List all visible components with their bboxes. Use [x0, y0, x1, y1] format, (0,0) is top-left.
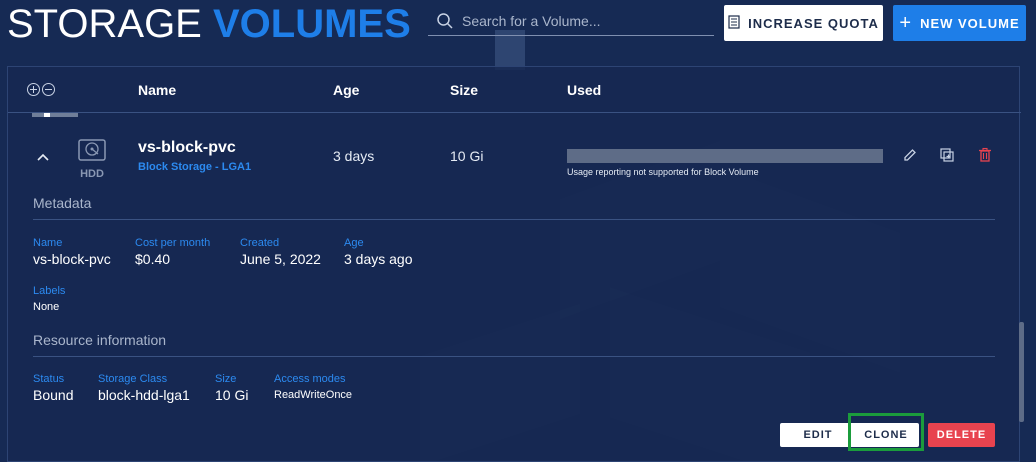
search-input[interactable] — [462, 12, 702, 29]
field-value: None — [33, 301, 60, 313]
field-value: 10 Gi — [215, 387, 249, 403]
volume-name: vs-block-pvc — [138, 139, 236, 156]
resource-field-access-modes: Access modes ReadWriteOnce — [274, 373, 352, 401]
field-label: Labels — [33, 285, 66, 297]
expand-collapse-controls — [27, 83, 55, 96]
new-volume-button[interactable]: + NEW VOLUME — [893, 5, 1026, 41]
search-bar — [428, 6, 714, 36]
delete-button[interactable]: DELETE — [928, 423, 995, 447]
field-label: Status — [33, 373, 65, 385]
table-header: Name Age Size Used — [8, 67, 1021, 113]
meta-field-name: Name vs-block-pvc — [33, 237, 111, 267]
field-label: Size — [215, 373, 237, 385]
increase-quota-label: INCREASE QUOTA — [748, 15, 879, 31]
meta-field-cost: Cost per month $0.40 — [135, 237, 210, 267]
volume-age: 3 days — [333, 148, 375, 164]
increase-quota-button[interactable]: INCREASE QUOTA — [724, 5, 883, 41]
metadata-section: Metadata Name vs-block-pvc Cost per mont… — [33, 195, 995, 313]
field-label: Name — [33, 237, 63, 249]
field-label: Access modes — [274, 373, 346, 385]
edit-button[interactable]: EDIT — [780, 423, 856, 447]
hdd-type: HDD — [76, 139, 108, 180]
field-label: Cost per month — [135, 237, 211, 249]
field-value: $0.40 — [135, 251, 171, 267]
plus-icon: + — [899, 12, 913, 34]
usage-note: Usage reporting not supported for Block … — [567, 167, 759, 177]
new-volume-label: NEW VOLUME — [920, 15, 1020, 31]
field-value: ReadWriteOnce — [274, 389, 353, 401]
table-row[interactable]: HDD vs-block-pvc Block Storage - LGA1 3 … — [8, 131, 1021, 191]
column-header-size[interactable]: Size — [450, 82, 478, 98]
meta-field-created: Created June 5, 2022 — [240, 237, 321, 267]
resource-section: Resource information Status Bound Storag… — [33, 332, 995, 403]
field-label: Storage Class — [98, 373, 168, 385]
hdd-label: HDD — [80, 168, 104, 180]
resource-title: Resource information — [33, 332, 167, 348]
column-header-name[interactable]: Name — [138, 82, 176, 98]
collapse-all-icon[interactable] — [42, 83, 55, 96]
quota-icon — [728, 14, 740, 32]
usage-bar — [567, 149, 883, 163]
field-value: vs-block-pvc — [33, 251, 111, 267]
vertical-scrollbar[interactable] — [1019, 322, 1024, 422]
field-label: Age — [344, 237, 364, 249]
chevron-up-icon[interactable] — [36, 149, 50, 167]
page-title: STORAGE VOLUMES — [7, 2, 411, 46]
metadata-title: Metadata — [33, 195, 92, 211]
hard-drive-icon — [78, 139, 106, 165]
edit-icon[interactable] — [902, 147, 918, 168]
trash-icon[interactable] — [977, 147, 993, 168]
clone-button[interactable]: CLONE — [853, 423, 919, 447]
page-header: STORAGE VOLUMES INCREASE QUOTA + NEW VOL… — [0, 0, 1036, 48]
resource-field-size: Size 10 Gi — [215, 373, 248, 403]
expand-all-icon[interactable] — [27, 83, 40, 96]
resource-field-storage-class: Storage Class block-hdd-lga1 — [98, 373, 190, 403]
field-value: Bound — [33, 387, 74, 403]
field-label: Created — [240, 237, 280, 249]
storage-class-link[interactable]: Block Storage - LGA1 — [138, 161, 251, 173]
field-value: block-hdd-lga1 — [98, 387, 190, 403]
field-value: 3 days ago — [344, 251, 413, 267]
meta-field-labels: Labels None — [33, 285, 65, 313]
page-title-part2: VOLUMES — [213, 2, 411, 46]
page-title-part1: STORAGE — [7, 2, 202, 46]
column-header-used[interactable]: Used — [567, 82, 601, 98]
volumes-panel: Name Age Size Used HDD vs-block-pvc Bloc… — [7, 66, 1021, 462]
column-header-age[interactable]: Age — [333, 82, 359, 98]
horizontal-scroll-indicator[interactable] — [32, 113, 78, 117]
resource-field-status: Status Bound — [33, 373, 73, 403]
field-value: June 5, 2022 — [240, 251, 321, 267]
meta-field-age: Age 3 days ago — [344, 237, 413, 267]
volume-size: 10 Gi — [450, 148, 484, 164]
search-icon — [436, 12, 454, 30]
clone-icon[interactable] — [939, 147, 955, 168]
